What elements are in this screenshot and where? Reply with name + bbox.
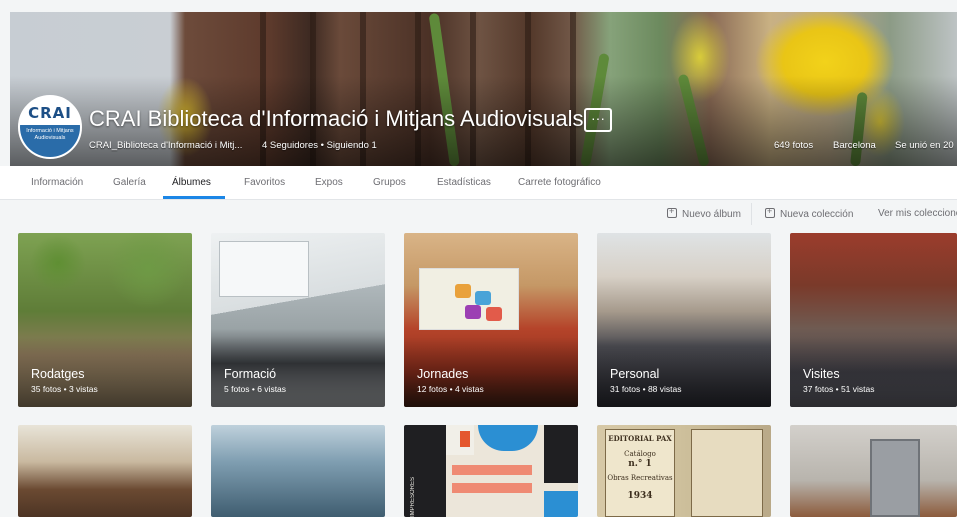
album-card-visites[interactable]: Visites 37 fotos • 51 vistas (790, 233, 957, 407)
tab-expos[interactable]: Expos (315, 177, 343, 188)
album-meta: 5 fotos • 6 vistas (224, 384, 287, 394)
account-avatar[interactable]: CRAI Informació i Mitjans Audiovisuals (18, 95, 82, 159)
logo-text: CRAI (28, 104, 72, 122)
new-album-label: Nuevo álbum (682, 209, 741, 220)
action-divider (751, 203, 752, 225)
album-meta: 12 fotos • 4 vistas (417, 384, 484, 394)
add-collection-icon (765, 206, 775, 218)
tab-grupos[interactable]: Grupos (373, 177, 406, 188)
book-side-text: IMPRESORES (410, 476, 416, 517)
joined-date: Se unió en 20 (895, 140, 954, 151)
album-name: Personal (610, 367, 660, 381)
album-card[interactable]: IMPRESORES (404, 425, 578, 517)
tab-informacion[interactable]: Información (31, 177, 83, 188)
elevator-door (870, 439, 920, 517)
ellipsis-icon: ··· (591, 110, 605, 126)
new-collection-label: Nueva colección (780, 209, 854, 220)
new-album-button[interactable]: Nuevo álbum (667, 206, 741, 220)
catalog-document: EDITORIAL PAX Catálogo n.° 1 Obras Recre… (605, 429, 675, 517)
album-card[interactable] (790, 425, 957, 517)
album-card-formacio[interactable]: Formació 5 fotos • 6 vistas (211, 233, 385, 407)
add-album-icon (667, 206, 677, 218)
view-collections-link[interactable]: Ver mis coleccione (878, 208, 957, 219)
projection-screen (419, 268, 519, 330)
album-meta: 37 fotos • 51 vistas (803, 384, 875, 394)
catalog-document (691, 429, 763, 517)
album-card-jornades[interactable]: Jornades 12 fotos • 4 vistas (404, 233, 578, 407)
album-card-rodatges[interactable]: Rodatges 35 fotos • 3 vistas (18, 233, 192, 407)
follow-info[interactable]: 4 Seguidores • Siguiendo 1 (262, 140, 377, 151)
logo-subtext: Informació i Mitjans Audiovisuals (20, 125, 80, 157)
location: Barcelona (833, 140, 876, 151)
tab-estadisticas[interactable]: Estadísticas (437, 177, 491, 188)
album-card-personal[interactable]: Personal 31 fotos • 88 vistas (597, 233, 771, 407)
username: CRAI_Biblioteca d'Informació i Mitj... (89, 140, 243, 151)
album-name: Visites (803, 367, 840, 381)
album-meta: 31 fotos • 88 vistas (610, 384, 682, 394)
album-name: Jornades (417, 367, 469, 381)
new-collection-button[interactable]: Nueva colección (765, 206, 854, 220)
more-options-button[interactable]: ··· (584, 108, 612, 132)
tab-carrete[interactable]: Carrete fotográfico (518, 177, 601, 188)
profile-tabs: Información Galería Álbumes Favoritos Ex… (0, 166, 957, 200)
active-tab-indicator (163, 196, 225, 199)
album-card[interactable] (211, 425, 385, 517)
photo-count: 649 fotos (774, 140, 814, 151)
tab-favoritos[interactable]: Favoritos (244, 177, 285, 188)
album-meta: 35 fotos • 3 vistas (31, 384, 98, 394)
tab-albumes[interactable]: Álbumes (172, 177, 211, 188)
projection-screen (219, 241, 309, 297)
album-card[interactable] (18, 425, 192, 517)
page-title: CRAI Biblioteca d'Informació i Mitjans A… (89, 106, 584, 131)
album-card[interactable]: EDITORIAL PAX Catálogo n.° 1 Obras Recre… (597, 425, 771, 517)
tab-galeria[interactable]: Galería (113, 177, 146, 188)
album-name: Rodatges (31, 367, 85, 381)
album-name: Formació (224, 367, 277, 381)
